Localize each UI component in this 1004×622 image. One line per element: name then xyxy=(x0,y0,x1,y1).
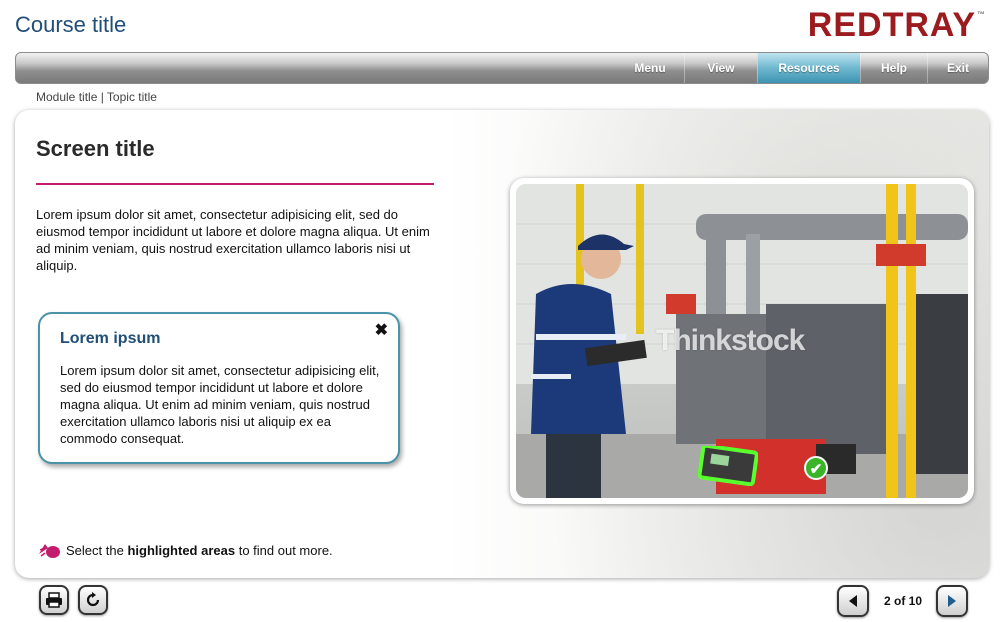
nav-resources-button[interactable]: Resources xyxy=(757,53,860,83)
check-icon: ✔ xyxy=(804,456,828,480)
instruction-line: Select the highlighted areas to find out… xyxy=(36,540,333,560)
content-panel: Screen title Lorem ipsum dolor sit amet,… xyxy=(15,110,989,578)
brand-logo: REDTRAY™ xyxy=(808,6,986,45)
next-button[interactable] xyxy=(936,585,968,617)
hotspot-control-panel[interactable] xyxy=(698,446,758,486)
top-nav-bar: Menu View Resources Help Exit xyxy=(15,52,989,84)
photo-frame: Thinkstock ✔ xyxy=(510,178,974,504)
title-divider xyxy=(36,183,434,185)
hotspot-highlight xyxy=(698,446,758,486)
instruction-bold: highlighted areas xyxy=(127,542,236,558)
replay-button[interactable] xyxy=(78,585,108,615)
replay-icon xyxy=(86,592,100,607)
screen-title: Screen title xyxy=(36,136,155,161)
print-button[interactable] xyxy=(39,585,69,615)
watermark-text: Thinkstock xyxy=(656,324,805,357)
nav-menu: Menu View Resources Help Exit xyxy=(616,53,988,83)
mouse-click-icon xyxy=(39,544,60,558)
nav-exit-button[interactable]: Exit xyxy=(927,53,988,83)
instruction-prefix: Select the xyxy=(66,542,124,558)
course-title: Course title xyxy=(15,12,127,37)
arrow-left-icon xyxy=(849,595,857,607)
page-counter: 2 of 10 xyxy=(884,594,923,608)
arrow-right-icon xyxy=(948,595,956,607)
popup-title: Lorem ipsum xyxy=(60,330,161,347)
nav-view-button[interactable]: View xyxy=(684,53,757,83)
nav-help-button[interactable]: Help xyxy=(860,53,927,83)
intro-text: Lorem ipsum dolor sit amet, consectetur … xyxy=(36,207,430,273)
trademark-mark: ™ xyxy=(977,10,986,19)
brand-name: REDTRAY xyxy=(807,6,976,44)
close-icon[interactable]: ✖ xyxy=(375,320,388,340)
breadcrumb: Module title | Topic title xyxy=(36,90,157,104)
popup-body: Lorem ipsum dolor sit amet, consectetur … xyxy=(60,363,380,446)
printer-icon xyxy=(46,592,62,608)
instruction-suffix: to find out more. xyxy=(238,542,333,558)
boiler-room-photo: Thinkstock ✔ xyxy=(516,184,968,498)
nav-menu-button[interactable]: Menu xyxy=(616,53,684,83)
previous-button[interactable] xyxy=(837,585,869,617)
info-popup: Lorem ipsum ✖ Lorem ipsum dolor sit amet… xyxy=(38,312,400,464)
